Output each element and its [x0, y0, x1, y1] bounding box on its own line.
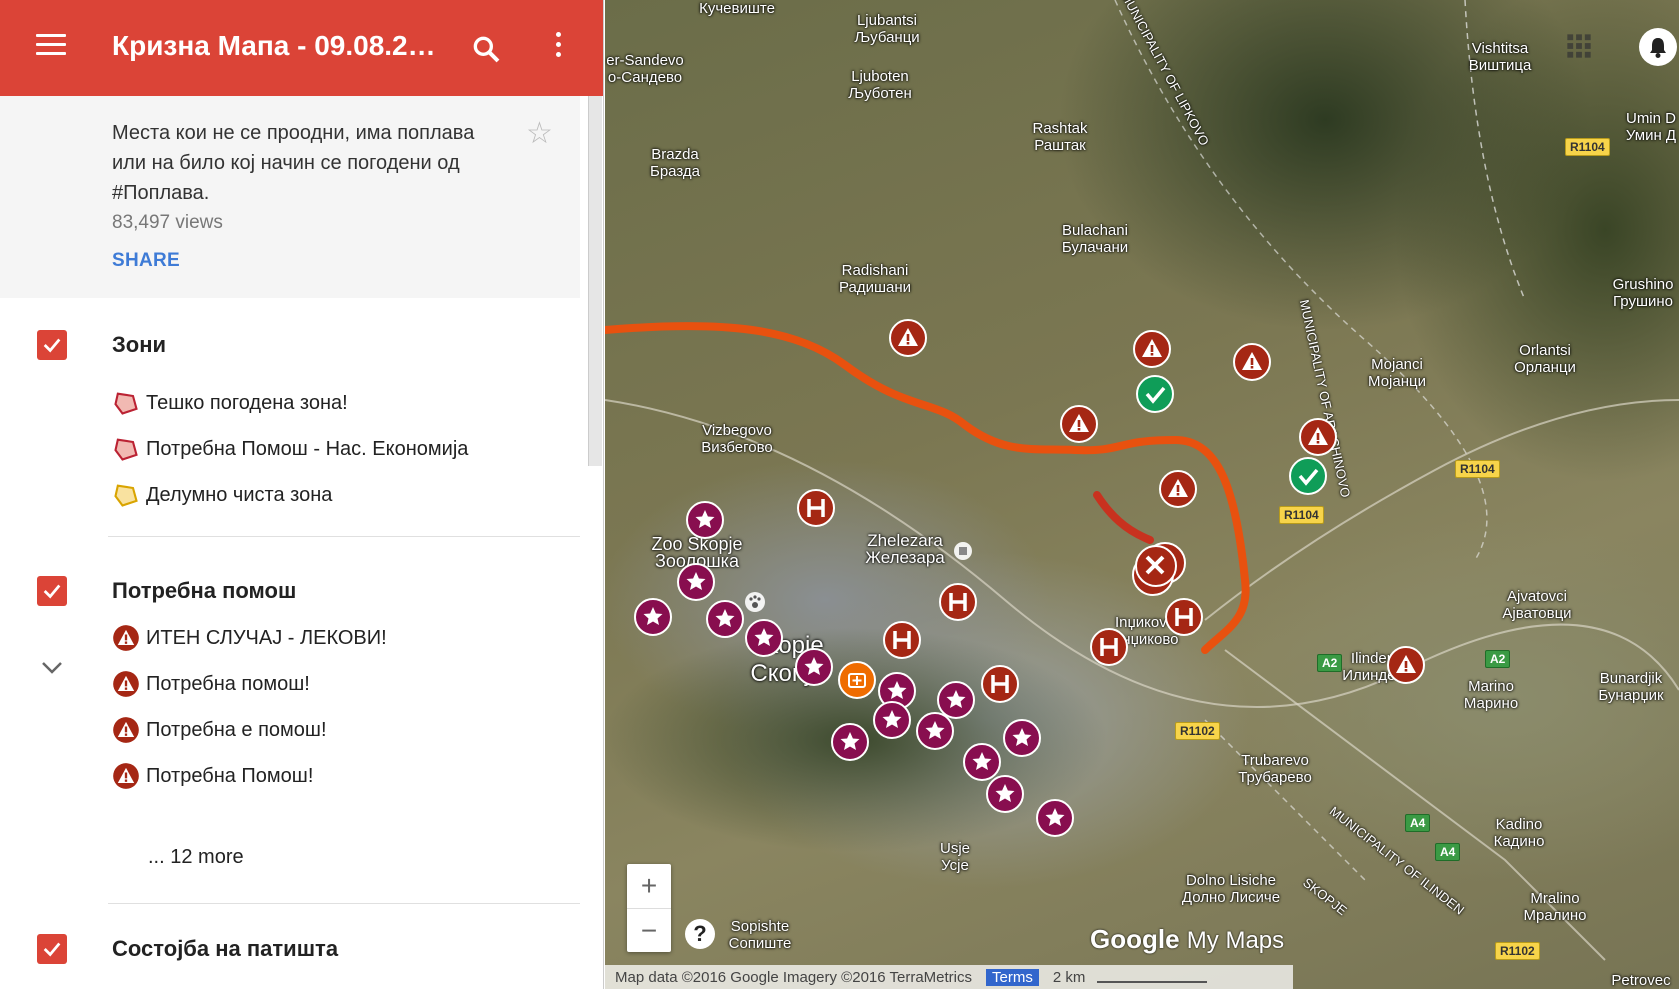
map-canvas[interactable]: Кучевиште Ljubantsi Љубанци Ljuboten Љубот… — [605, 0, 1679, 989]
map-attribution-bar: Map data ©2016 Google Imagery ©2016 Terr… — [605, 965, 1293, 989]
star-marker[interactable] — [831, 723, 869, 761]
zoom-control: + − — [627, 864, 671, 952]
star-marker[interactable] — [795, 648, 833, 686]
legend-item-label: Потребна Помош! — [146, 764, 314, 787]
star-marker[interactable] — [937, 681, 975, 719]
more-options-icon[interactable] — [552, 32, 564, 62]
bell-icon — [1650, 38, 1666, 58]
check-marker[interactable] — [1135, 374, 1175, 414]
layer-checkbox[interactable] — [37, 934, 67, 964]
star-marker[interactable] — [986, 775, 1024, 813]
warning-marker-icon — [113, 717, 139, 743]
first-aid-marker[interactable] — [838, 661, 876, 699]
warning-marker-icon — [113, 763, 139, 789]
legend-item[interactable]: Потребна Помош - Нас. Економија — [112, 434, 468, 464]
divider — [108, 903, 580, 904]
hospital-marker[interactable] — [796, 488, 836, 528]
terms-link[interactable]: Terms — [986, 968, 1039, 986]
zoom-in-button[interactable]: + — [627, 864, 671, 908]
hospital-marker[interactable] — [882, 620, 922, 660]
layer-checkbox[interactable] — [37, 576, 67, 606]
legend-item-label: Потребна Помош - Нас. Економија — [146, 437, 469, 460]
legend-item-label: Потребна помош! — [146, 672, 310, 695]
star-marker[interactable] — [873, 701, 911, 739]
marker-layer — [634, 319, 1425, 837]
star-marker[interactable] — [706, 600, 744, 638]
polygon-red-icon — [114, 392, 138, 415]
star-marker[interactable] — [963, 743, 1001, 781]
apps-grid-icon[interactable] — [1565, 32, 1593, 60]
star-marker[interactable] — [634, 598, 672, 636]
star-marker[interactable] — [686, 501, 724, 539]
warning-marker[interactable] — [889, 319, 927, 357]
map-description-panel: Места кои не се проодни, има поплава или… — [0, 96, 580, 298]
check-marker[interactable] — [1288, 456, 1328, 496]
scale-bar — [1097, 971, 1208, 983]
legend-item-label: Делумно чиста зона — [146, 483, 333, 506]
layer-header-roads: Состојба на патишта — [0, 934, 580, 984]
legend-item[interactable]: Тешко погодена зона! — [112, 388, 348, 418]
layer-title: Потребна помош — [112, 578, 297, 603]
polygon-yellow-icon — [114, 484, 138, 507]
star-marker[interactable] — [745, 619, 783, 657]
view-count: 83,497 views — [112, 212, 223, 233]
marker-cluster[interactable] — [1132, 542, 1186, 596]
legend-item-label: Потребна е помош! — [146, 718, 327, 741]
zoo-paw-icon — [745, 592, 765, 612]
star-marker[interactable] — [1003, 719, 1041, 757]
warning-marker[interactable] — [1159, 470, 1197, 508]
legend-item[interactable]: Потребна е помош! — [112, 715, 327, 745]
chevron-down-icon[interactable] — [40, 660, 64, 676]
warning-marker[interactable] — [1133, 330, 1171, 368]
app-bar: Кризна Мапа - 09.08.2… — [0, 0, 603, 96]
notification-button[interactable] — [1639, 28, 1677, 66]
layer-title: Зони — [112, 332, 167, 357]
layer-header-zones: Зони — [0, 320, 580, 370]
map-title: Кризна Мапа - 09.08.2… — [112, 30, 436, 61]
show-more-link[interactable]: ... 12 more — [148, 846, 244, 869]
layer-header-need-help: Потребна помош — [0, 566, 580, 616]
menu-icon[interactable] — [36, 34, 66, 60]
star-marker[interactable] — [1036, 799, 1074, 837]
hospital-marker[interactable] — [1164, 597, 1204, 637]
map-description: Места кои не се проодни, има поплава или… — [112, 122, 475, 204]
star-marker[interactable] — [916, 712, 954, 750]
sidebar: Кризна Мапа - 09.08.2… Места кои не се п… — [0, 0, 604, 989]
scale-label: 2 km — [1052, 968, 1086, 986]
legend-item[interactable]: ИТЕН СЛУЧАЈ - ЛЕКОВИ! — [112, 623, 387, 653]
poi-icon — [954, 542, 972, 560]
legend-item-label: ИТЕН СЛУЧАЈ - ЛЕКОВИ! — [146, 626, 387, 649]
sidebar-scrollbar[interactable] — [588, 96, 602, 466]
legend-item[interactable]: Потребна помош! — [112, 669, 310, 699]
warning-marker[interactable] — [1233, 343, 1271, 381]
divider — [108, 536, 580, 537]
star-marker[interactable] — [677, 563, 715, 601]
polygon-red-icon — [114, 438, 138, 461]
legend-item[interactable]: Потребна Помош! — [112, 761, 313, 791]
hospital-marker[interactable] — [938, 582, 978, 622]
warning-marker[interactable] — [1299, 418, 1337, 456]
layer-checkbox[interactable] — [37, 330, 67, 360]
help-button[interactable]: ? — [685, 919, 715, 949]
hospital-marker[interactable] — [980, 664, 1020, 704]
google-my-maps-logo: Google My Maps — [1090, 924, 1285, 954]
hospital-marker[interactable] — [1089, 627, 1129, 667]
search-icon[interactable] — [470, 33, 502, 65]
warning-marker[interactable] — [1060, 405, 1098, 443]
share-button[interactable]: SHARE — [112, 250, 180, 272]
layer-title: Состојба на патишта — [112, 936, 339, 961]
zoom-out-button[interactable]: − — [627, 908, 671, 952]
warning-marker-icon — [113, 671, 139, 697]
legend-item[interactable]: Делумно чиста зона — [112, 480, 332, 510]
attribution-text: Map data ©2016 Google Imagery ©2016 Terr… — [615, 968, 973, 986]
star-icon[interactable]: ☆ — [526, 116, 553, 151]
legend-item-label: Тешко погодена зона! — [146, 391, 348, 414]
warning-marker[interactable] — [1387, 646, 1425, 684]
warning-marker-icon — [113, 625, 139, 651]
